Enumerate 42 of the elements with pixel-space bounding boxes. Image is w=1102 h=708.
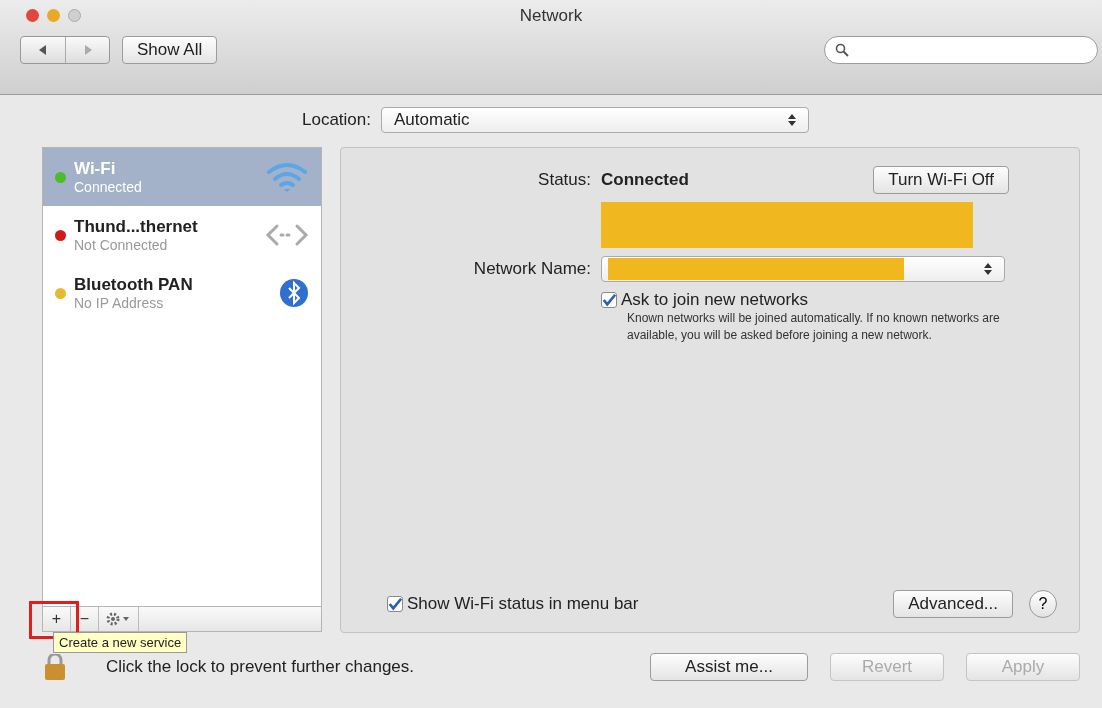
stepper-arrows-icon bbox=[984, 263, 992, 275]
add-button[interactable]: + bbox=[43, 607, 71, 631]
remove-button[interactable]: − bbox=[71, 607, 99, 631]
gear-icon bbox=[105, 612, 132, 626]
search-icon bbox=[835, 43, 849, 57]
back-arrow-icon bbox=[38, 45, 48, 55]
wifi-icon bbox=[265, 162, 309, 192]
tooltip: Create a new service bbox=[53, 632, 188, 653]
checkbox[interactable] bbox=[387, 596, 403, 612]
window-title: Network bbox=[519, 6, 583, 25]
status-label: Status: bbox=[537, 170, 591, 190]
bluetooth-icon bbox=[279, 278, 309, 308]
service-status: Connected bbox=[74, 179, 143, 195]
zoom-button[interactable] bbox=[68, 8, 81, 22]
turn-wifi-off-button[interactable]: Turn Wi-Fi Off bbox=[873, 166, 1009, 194]
checkbox-label: Show Wi-Fi status in menu bar bbox=[407, 594, 639, 614]
location-label: Location: bbox=[302, 110, 371, 130]
show-all-button[interactable]: Show All bbox=[122, 36, 218, 64]
status-value: Connected bbox=[601, 170, 689, 190]
stepper-arrows-icon bbox=[788, 114, 796, 126]
description-text: Known networks will be joined automatically. If no known networks are available, you will be asked before joining a new network. bbox=[627, 310, 1001, 344]
location-popup[interactable]: Automatic bbox=[381, 107, 809, 133]
lock-message: Click the lock to prevent further changes. bbox=[106, 657, 415, 677]
service-name: Bluetooth PAN bbox=[74, 275, 194, 295]
search-field[interactable] bbox=[824, 36, 1098, 64]
service-item[interactable]: Bluetooth PAN No IP Address bbox=[43, 264, 321, 322]
close-button[interactable] bbox=[26, 8, 39, 22]
checkbox-label: Ask to join new networks bbox=[621, 290, 809, 310]
service-status: No IP Address bbox=[74, 295, 165, 311]
advanced-button[interactable]: Advanced... bbox=[893, 590, 1013, 618]
help-button[interactable]: ? bbox=[1029, 590, 1057, 618]
service-status: Not Connected bbox=[74, 237, 169, 253]
checkbox[interactable] bbox=[601, 292, 617, 308]
action-button[interactable]: Assist me... bbox=[650, 653, 808, 681]
network-name-label: Network Name: bbox=[472, 259, 591, 279]
minimize-button[interactable] bbox=[47, 8, 60, 22]
forward-arrow-icon bbox=[82, 45, 93, 55]
service-name: Thund...thernet bbox=[74, 217, 199, 237]
service-item[interactable]: Thund...thernet Not Connected bbox=[43, 206, 321, 264]
service-name: Wi-Fi bbox=[74, 159, 117, 179]
network-name-popup[interactable] bbox=[601, 256, 1005, 282]
lock-icon[interactable] bbox=[42, 654, 68, 680]
